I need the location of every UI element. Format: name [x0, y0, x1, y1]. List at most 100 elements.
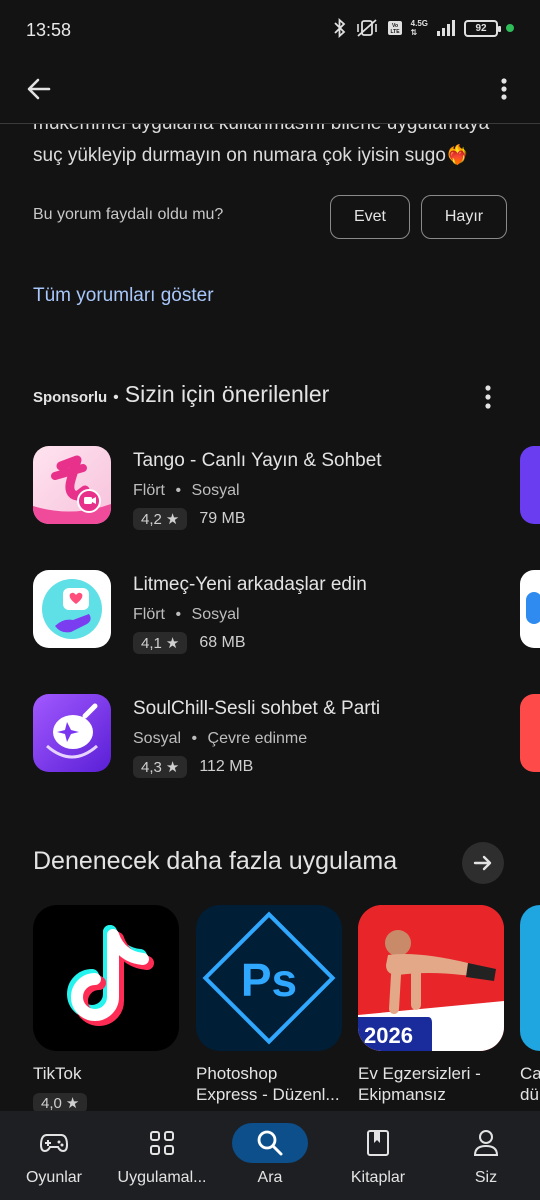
star-icon: ★ [165, 511, 180, 528]
helpful-no-button[interactable]: Hayır [421, 195, 507, 239]
rating-chip: 4,2 ★ [133, 508, 188, 530]
privacy-indicator-dot [506, 24, 514, 32]
app-size: 68 MB [199, 634, 246, 651]
signal-icon [437, 20, 455, 36]
separator-dot: • [113, 389, 119, 406]
status-icons: Vo LTE 4.5G ⇅ 92 [333, 18, 514, 38]
home-workout-icon[interactable]: 2026 [358, 905, 504, 1051]
peek-app-tile[interactable] [520, 905, 540, 1051]
tile-app-name-line: Ca [520, 1064, 540, 1083]
nav-icon-container [16, 1123, 92, 1163]
app-size: 79 MB [199, 510, 246, 527]
nav-icon-container [448, 1123, 524, 1163]
rating-chip: 4,0 ★ [33, 1093, 88, 1113]
helpful-yes-button[interactable]: Evet [330, 195, 410, 239]
app-category: Flört [133, 482, 165, 499]
more-vert-icon [501, 78, 507, 100]
star-icon: ★ [165, 635, 180, 652]
nav-label: Kitaplar [350, 1169, 406, 1186]
soulchill-icon [33, 694, 111, 772]
more-options-button[interactable] [494, 72, 514, 106]
app-meta: 4,3 ★ 112 MB [133, 756, 253, 778]
app-name: Tango - Canlı Yayın & Sohbet [133, 450, 382, 471]
tile-app-name-line: dü [520, 1085, 539, 1104]
vibrate-off-icon [356, 19, 377, 37]
peek-app-icon[interactable] [520, 570, 540, 648]
data-arrows-icon: ⇅ [410, 28, 418, 37]
svg-text:Ps: Ps [241, 954, 297, 1006]
separator-dot: • [175, 606, 182, 623]
nav-icon-container [340, 1123, 416, 1163]
bottom-navigation: Oyunlar Uygulamal... Ara Kitaplar Siz [0, 1111, 540, 1200]
tile-app-name: Photoshop Express - Düzenl... [196, 1063, 340, 1105]
peek-app-icon[interactable] [520, 446, 540, 524]
arrow-left-icon [27, 78, 51, 100]
nav-icon-container [124, 1123, 200, 1163]
nav-item-games[interactable]: Oyunlar [0, 1111, 108, 1200]
tile-app-name: TikTok [33, 1064, 82, 1083]
tile-app-name-line: Ev Egzersizleri - [358, 1064, 481, 1083]
app-name: Litmeç-Yeni arkadaşlar edin [133, 574, 367, 595]
nav-item-search[interactable]: Ara [216, 1111, 324, 1200]
volte-icon: VoLTE [387, 21, 402, 35]
photoshop-express-icon[interactable]: Ps [196, 905, 342, 1051]
status-time: 13:58 [26, 20, 72, 40]
rating-chip: 4,1 ★ [133, 632, 188, 654]
apps-grid-icon [150, 1131, 174, 1155]
gamepad-icon [39, 1134, 69, 1153]
status-bar: 13:58 Vo LTE 4.5G ⇅ 92 [0, 0, 540, 62]
nav-label: Siz [474, 1169, 498, 1186]
rating-chip: 4,3 ★ [133, 756, 188, 778]
more-apps-arrow-button[interactable] [462, 842, 504, 884]
bookmark-book-icon [367, 1130, 389, 1156]
tiktok-icon[interactable] [33, 905, 179, 1051]
nav-label: Uygulamal... [117, 1169, 207, 1186]
person-icon [473, 1130, 499, 1156]
section-title: Sizin için önerilenler [124, 381, 330, 407]
tango-icon [33, 446, 111, 524]
see-all-reviews-link[interactable]: Tüm yorumları göster [33, 285, 214, 307]
year-badge: 2026 [364, 1023, 413, 1048]
section-more-button[interactable] [478, 382, 498, 412]
tile-app-name-line: Photoshop [196, 1064, 278, 1083]
more-apps-title: Denenecek daha fazla uygulama [33, 847, 398, 875]
peek-app-icon[interactable] [520, 694, 540, 772]
battery-icon: 92 [464, 19, 501, 37]
app-meta: 4,2 ★ 79 MB [133, 508, 246, 530]
rating-value: 4,0 [41, 1094, 62, 1112]
tile-app-name: Ev Egzersizleri - Ekipmansız [358, 1063, 481, 1105]
more-vert-icon [485, 385, 491, 409]
nav-item-you[interactable]: Siz [432, 1111, 540, 1200]
app-category: Flört [133, 606, 165, 623]
app-meta: 4,1 ★ 68 MB [133, 632, 246, 654]
app-categories: Flört • Sosyal [133, 606, 240, 624]
back-button[interactable] [22, 72, 56, 106]
app-size: 112 MB [199, 758, 254, 775]
app-list-item[interactable]: Tango - Canlı Yayın & Sohbet Flört • Sos… [33, 446, 503, 530]
app-categories: Flört • Sosyal [133, 482, 240, 500]
recommended-section-header: Sponsorlu • Sizin için önerilenler [33, 381, 329, 408]
nav-label: Oyunlar [25, 1169, 83, 1186]
star-icon: ★ [165, 759, 180, 776]
app-categories: Sosyal • Çevre edinme [133, 730, 307, 748]
app-category: Sosyal [133, 730, 182, 747]
nav-label: Ara [257, 1169, 283, 1186]
nav-item-books[interactable]: Kitaplar [324, 1111, 432, 1200]
top-app-bar [0, 62, 540, 124]
helpful-question: Bu yorum faydalı oldu mu? [33, 206, 224, 223]
network-indicator: 4.5G ⇅ [411, 19, 428, 37]
nav-icon-container [232, 1123, 308, 1163]
sponsored-label: Sponsorlu [33, 389, 108, 406]
peek-app-graphic [526, 592, 540, 624]
rating-value: 4,1 [141, 634, 162, 652]
star-icon: ★ [65, 1095, 80, 1112]
arrow-right-icon [473, 855, 492, 871]
app-list-item[interactable]: Litmeç-Yeni arkadaşlar edin Flört • Sosy… [33, 570, 503, 654]
app-list-item[interactable]: SoulChill-Sesli sohbet & Parti Sosyal • … [33, 694, 503, 778]
search-icon [257, 1130, 283, 1156]
app-category: Sosyal [191, 606, 240, 623]
nav-item-apps[interactable]: Uygulamal... [108, 1111, 216, 1200]
app-name: SoulChill-Sesli sohbet & Parti [133, 698, 381, 719]
battery-level: 92 [475, 22, 487, 34]
rating-value: 4,3 [141, 758, 162, 776]
